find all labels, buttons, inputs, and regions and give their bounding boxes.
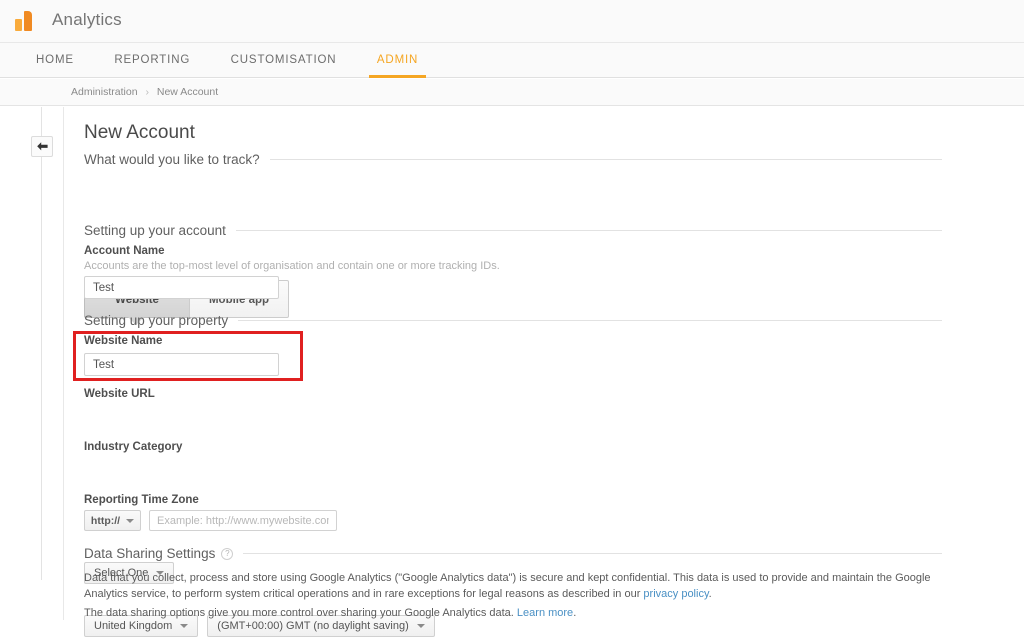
page-title: New Account <box>84 122 195 143</box>
section-rule <box>243 553 942 554</box>
section-heading-account: Setting up your account <box>84 223 942 238</box>
main-nav: HOME REPORTING CUSTOMISATION ADMIN <box>0 43 1024 78</box>
learn-more-link[interactable]: Learn more <box>517 607 573 619</box>
paragraph-2-text: The data sharing options give you more c… <box>84 607 517 619</box>
brand-bar: Analytics <box>0 0 1024 43</box>
paragraph-1-tail: . <box>708 588 712 600</box>
analytics-bars-icon <box>14 9 38 33</box>
industry-category-label: Industry Category <box>84 441 183 453</box>
website-url-label: Website URL <box>84 388 155 400</box>
chevron-down-icon <box>126 518 135 523</box>
breadcrumb-current: New Account <box>156 86 219 98</box>
back-arrow-icon <box>36 141 49 152</box>
breadcrumb: Administration › New Account <box>71 86 218 98</box>
website-url-input[interactable] <box>149 510 337 531</box>
section-heading-data-sharing: Data Sharing Settings ? <box>84 546 942 561</box>
section-heading-property: Setting up your property <box>84 313 942 328</box>
chevron-down-icon <box>180 624 189 628</box>
paragraph-1-text: Data that you collect, process and store… <box>84 572 931 600</box>
section-rule <box>235 230 942 231</box>
section-label-track: What would you like to track? <box>84 152 260 167</box>
data-sharing-paragraph-2: The data sharing options give you more c… <box>84 605 942 621</box>
question-mark-icon[interactable]: ? <box>221 547 234 560</box>
content-left-divider <box>63 107 64 620</box>
paragraph-2-tail: . <box>573 607 577 619</box>
time-zone-country-value: United Kingdom <box>94 620 173 632</box>
website-name-input[interactable] <box>84 353 279 376</box>
website-name-label: Website Name <box>84 335 163 347</box>
privacy-policy-link[interactable]: privacy policy <box>643 588 708 600</box>
nav-tab-customisation[interactable]: CUSTOMISATION <box>213 43 355 78</box>
back-button[interactable] <box>31 136 53 157</box>
section-label-data-sharing: Data Sharing Settings <box>84 546 216 561</box>
breadcrumb-bar: Administration › New Account <box>0 79 1024 106</box>
brand-name: Analytics <box>52 10 122 29</box>
section-rule <box>238 320 942 321</box>
data-sharing-paragraph-1: Data that you collect, process and store… <box>84 570 942 602</box>
account-name-hint: Accounts are the top-most level of organ… <box>84 260 500 272</box>
reporting-time-zone-label: Reporting Time Zone <box>84 494 199 506</box>
nav-tab-reporting[interactable]: REPORTING <box>96 43 208 78</box>
time-zone-offset-value: (GMT+00:00) GMT (no daylight saving) <box>217 620 409 632</box>
account-name-label: Account Name <box>84 245 165 257</box>
breadcrumb-root[interactable]: Administration <box>71 86 138 98</box>
account-name-input[interactable] <box>84 276 279 299</box>
url-protocol-value: http:// <box>90 514 121 527</box>
url-protocol-select[interactable]: http:// <box>84 510 141 531</box>
section-heading-track: What would you like to track? <box>84 152 942 167</box>
section-rule <box>269 159 942 160</box>
nav-tab-home[interactable]: HOME <box>18 43 92 78</box>
breadcrumb-separator-icon: › <box>145 86 149 98</box>
section-label-account: Setting up your account <box>84 223 226 238</box>
sidebar-divider <box>41 107 42 580</box>
website-url-row: http:// <box>84 510 337 531</box>
nav-tab-admin[interactable]: ADMIN <box>359 43 436 78</box>
chevron-down-icon <box>416 624 425 628</box>
section-label-property: Setting up your property <box>84 313 229 328</box>
